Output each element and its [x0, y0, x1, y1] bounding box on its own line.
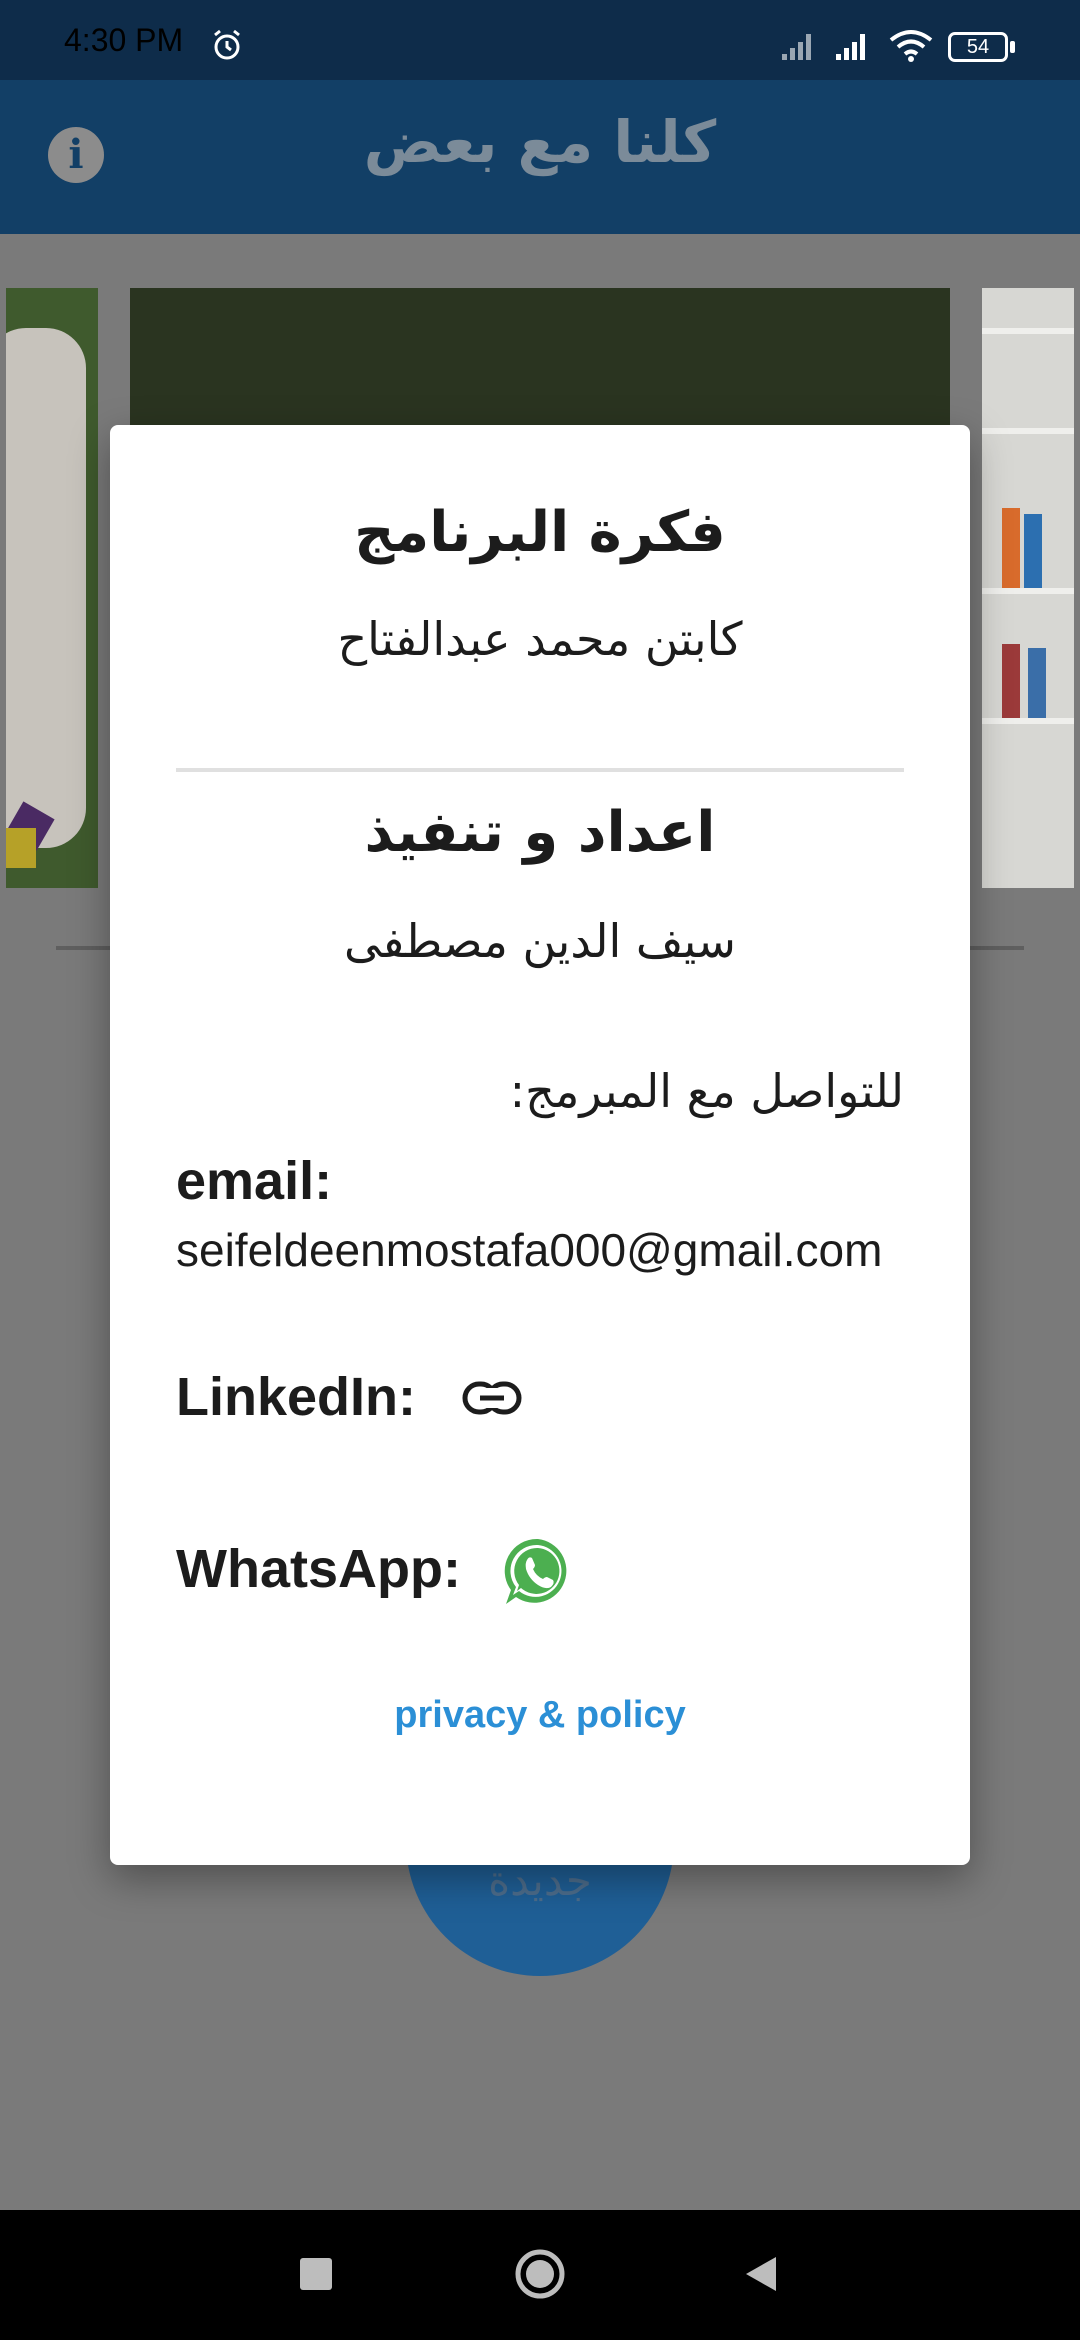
signal-icon: [836, 34, 865, 60]
implementation-title: اعداد و تنفيذ: [364, 800, 716, 865]
battery-level: 54: [966, 36, 990, 58]
info-icon[interactable]: i: [48, 127, 104, 183]
link-icon[interactable]: [462, 1380, 522, 1416]
app-title: كلنا مع بعض: [363, 108, 717, 176]
contact-heading: للتواصل مع المبرمج:: [509, 1064, 904, 1118]
privacy-policy-link[interactable]: privacy & policy: [110, 1694, 970, 1737]
alarm-icon: [214, 29, 240, 60]
developer-name: سيف الدين مصطفى: [344, 914, 736, 968]
home-button[interactable]: [514, 2248, 566, 2300]
idea-author: كابتن محمد عبدالفتاح: [337, 612, 743, 666]
carousel-image-left[interactable]: [6, 288, 98, 888]
whatsapp-label: WhatsApp:: [176, 1539, 461, 1599]
linkedin-label: LinkedIn:: [176, 1367, 416, 1427]
back-button[interactable]: [744, 2255, 778, 2293]
recents-button[interactable]: [300, 2258, 332, 2290]
email-link[interactable]: seifeldeenmostafa000@gmail.com: [176, 1222, 896, 1278]
battery-tip: [1010, 41, 1015, 53]
wifi-icon: [889, 30, 933, 62]
email-label: email:: [176, 1151, 333, 1211]
whatsapp-icon[interactable]: [500, 1534, 576, 1610]
signal-icon: [782, 34, 811, 60]
carousel-image-right[interactable]: [982, 288, 1074, 888]
status-time: 4:30 PM: [64, 22, 184, 58]
dialog-divider: [176, 768, 904, 772]
idea-title: فكرة البرنامج: [354, 500, 726, 565]
